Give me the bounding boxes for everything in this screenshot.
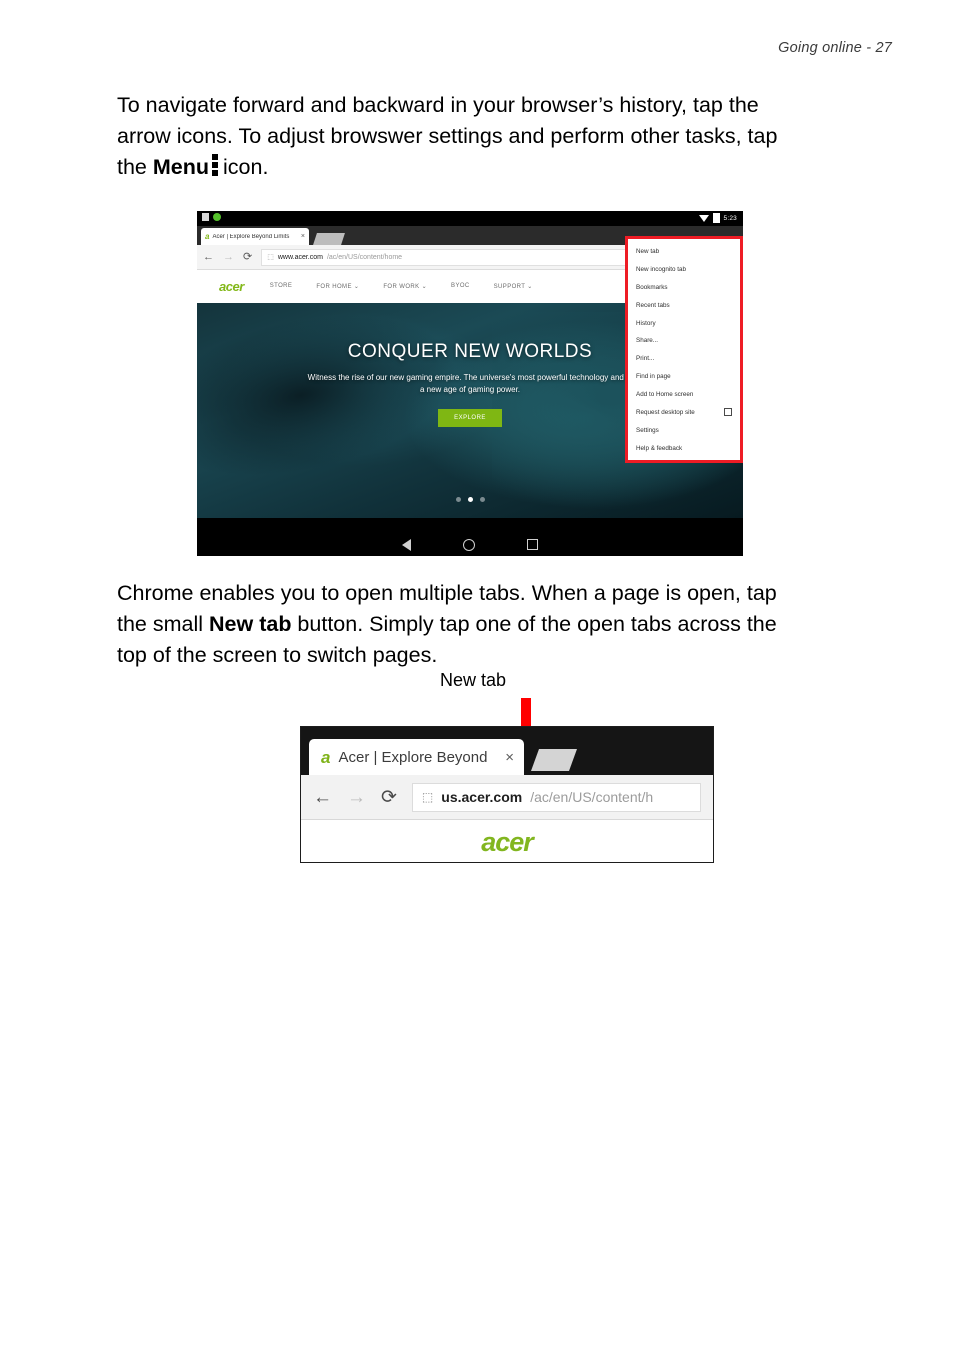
acer-logo[interactable]: acer	[219, 279, 244, 294]
nav-item-for-home[interactable]: FOR HOME ⌄	[316, 283, 359, 290]
close-icon[interactable]: ×	[301, 233, 305, 240]
browser-tab[interactable]: a Acer | Explore Beyond Limits ×	[201, 228, 309, 245]
menu-item-label: Add to Home screen	[636, 390, 694, 398]
menu-item-label: New incognito tab	[636, 266, 687, 274]
paragraph2-line2-post: button. Simply tap one of the open tabs …	[291, 612, 777, 636]
close-icon[interactable]: ×	[505, 750, 514, 765]
back-icon[interactable]: ←	[313, 788, 332, 807]
nav-item-for-work[interactable]: FOR WORK ⌄	[383, 283, 427, 290]
status-bar-right-icons: 5:23	[698, 213, 737, 223]
reload-icon[interactable]: ⟳	[381, 788, 397, 807]
record-icon	[213, 213, 221, 221]
home-button-icon[interactable]	[463, 538, 475, 551]
url-path: /ac/en/US/content/home	[326, 253, 403, 261]
figure-new-tab-callout: New tab a Acer | Explore Beyond × ← → ⟳ …	[300, 670, 714, 863]
request-desktop-site-checkbox[interactable]	[724, 408, 732, 417]
carousel-dots[interactable]	[197, 497, 743, 502]
recents-button-icon[interactable]	[527, 539, 538, 550]
new-tab-keyword: New tab	[209, 612, 292, 636]
new-tab-button[interactable]	[313, 233, 345, 245]
menu-item-new-tab[interactable]: New tab	[628, 243, 740, 261]
new-tab-button[interactable]	[530, 749, 578, 771]
menu-item-new-incognito-tab[interactable]: New incognito tab	[628, 261, 740, 279]
menu-item-add-to-home-screen[interactable]: Add to Home screen	[628, 385, 740, 403]
nav-item-support[interactable]: SUPPORT ⌄	[494, 283, 533, 290]
menu-item-label: Print...	[636, 355, 655, 363]
chrome-toolbar: ← → ⟳ ⬚ us.acer.com /ac/en/US/content/h	[301, 775, 713, 820]
paragraph2-line1: Chrome enables you to open multiple tabs…	[117, 581, 777, 605]
url-path: /ac/en/US/content/h	[530, 789, 654, 805]
menu-item-label: Share...	[636, 337, 659, 345]
menu-item-settings[interactable]: Settings	[628, 422, 740, 440]
page-content-area: acer	[301, 820, 713, 862]
paragraph-navigate-history: To navigate forward and backward in your…	[117, 90, 889, 183]
menu-item-history[interactable]: History	[628, 314, 740, 332]
explore-button[interactable]: EXPLORE	[438, 409, 502, 427]
hero-subtitle: Witness the rise of our new gaming empir…	[307, 373, 633, 394]
nav-item-store[interactable]: STORE	[270, 283, 293, 290]
figure-tablet-chrome-menu: 5:23 a Acer | Explore Beyond Limits × ← …	[197, 211, 743, 556]
menu-item-find-in-page[interactable]: Find in page	[628, 367, 740, 385]
paragraph-multiple-tabs: Chrome enables you to open multiple tabs…	[117, 578, 889, 671]
paragraph1-line3-post: icon.	[223, 155, 269, 179]
menu-item-label: Bookmarks	[636, 283, 668, 291]
site-nav-links: STORE FOR HOME ⌄ FOR WORK ⌄ BYOC SUPPORT…	[270, 283, 533, 290]
menu-item-print[interactable]: Print...	[628, 350, 740, 368]
paragraph1-line1: To navigate forward and backward in your…	[117, 93, 759, 117]
menu-item-label: Help & feedback	[636, 444, 683, 452]
address-bar[interactable]: ⬚ us.acer.com /ac/en/US/content/h	[411, 782, 701, 812]
carousel-dot-active[interactable]	[467, 497, 473, 502]
battery-icon	[712, 213, 720, 223]
android-navigation-bar	[197, 533, 743, 556]
paragraph1-line2: arrow icons. To adjust browswer settings…	[117, 124, 778, 148]
page-info-icon: ⬚	[421, 790, 434, 804]
menu-item-request-desktop-site[interactable]: Request desktop site	[628, 403, 740, 422]
status-bar-clock: 5:23	[723, 214, 737, 222]
url-host: www.acer.com	[277, 253, 323, 261]
wifi-icon	[698, 214, 709, 222]
paragraph2-line2-pre: the small	[117, 612, 210, 636]
browser-screenshot-frame: a Acer | Explore Beyond × ← → ⟳ ⬚ us.ace…	[300, 726, 714, 863]
forward-icon[interactable]: →	[223, 251, 234, 263]
chrome-overflow-menu[interactable]: New tab New incognito tab Bookmarks Rece…	[625, 236, 743, 464]
status-bar-left-icons	[202, 213, 221, 221]
acer-favicon-icon: a	[321, 747, 331, 767]
browser-tab-title: Acer | Explore Beyond Limits	[212, 233, 290, 240]
screenshot-icon	[202, 213, 209, 221]
page-header: Going online - 27	[778, 40, 892, 56]
url-host: us.acer.com	[441, 789, 523, 805]
menu-item-label: Settings	[636, 427, 659, 435]
android-status-bar: 5:23	[197, 211, 743, 226]
browser-tab-title: Acer | Explore Beyond	[338, 748, 488, 766]
menu-item-bookmarks[interactable]: Bookmarks	[628, 279, 740, 297]
menu-item-label: Request desktop site	[636, 408, 695, 416]
reload-icon[interactable]: ⟳	[243, 251, 252, 263]
menu-item-help-and-feedback[interactable]: Help & feedback	[628, 440, 740, 458]
back-button-icon[interactable]	[402, 538, 411, 551]
acer-favicon-icon: a	[205, 231, 210, 241]
menu-item-label: Recent tabs	[636, 301, 670, 309]
carousel-dot[interactable]	[479, 497, 485, 502]
forward-icon[interactable]: →	[347, 788, 366, 807]
paragraph1-line3-pre: the	[117, 155, 153, 179]
back-icon[interactable]: ←	[203, 251, 214, 263]
menu-dots-icon	[212, 154, 219, 176]
menu-keyword: Menu	[152, 155, 210, 179]
menu-item-share[interactable]: Share...	[628, 332, 740, 350]
menu-item-label: History	[636, 319, 656, 327]
callout-label-new-tab: New tab	[440, 670, 507, 690]
browser-tab[interactable]: a Acer | Explore Beyond ×	[309, 739, 524, 775]
acer-logo: acer	[481, 826, 534, 857]
paragraph2-line3: top of the screen to switch pages.	[117, 643, 438, 667]
carousel-dot[interactable]	[455, 497, 461, 502]
menu-item-recent-tabs[interactable]: Recent tabs	[628, 296, 740, 314]
page-info-icon: ⬚	[267, 254, 274, 261]
menu-item-label: New tab	[636, 248, 660, 256]
menu-item-label: Find in page	[636, 372, 671, 380]
nav-item-byoc[interactable]: BYOC	[451, 283, 470, 290]
chrome-tab-strip: a Acer | Explore Beyond ×	[301, 727, 713, 775]
